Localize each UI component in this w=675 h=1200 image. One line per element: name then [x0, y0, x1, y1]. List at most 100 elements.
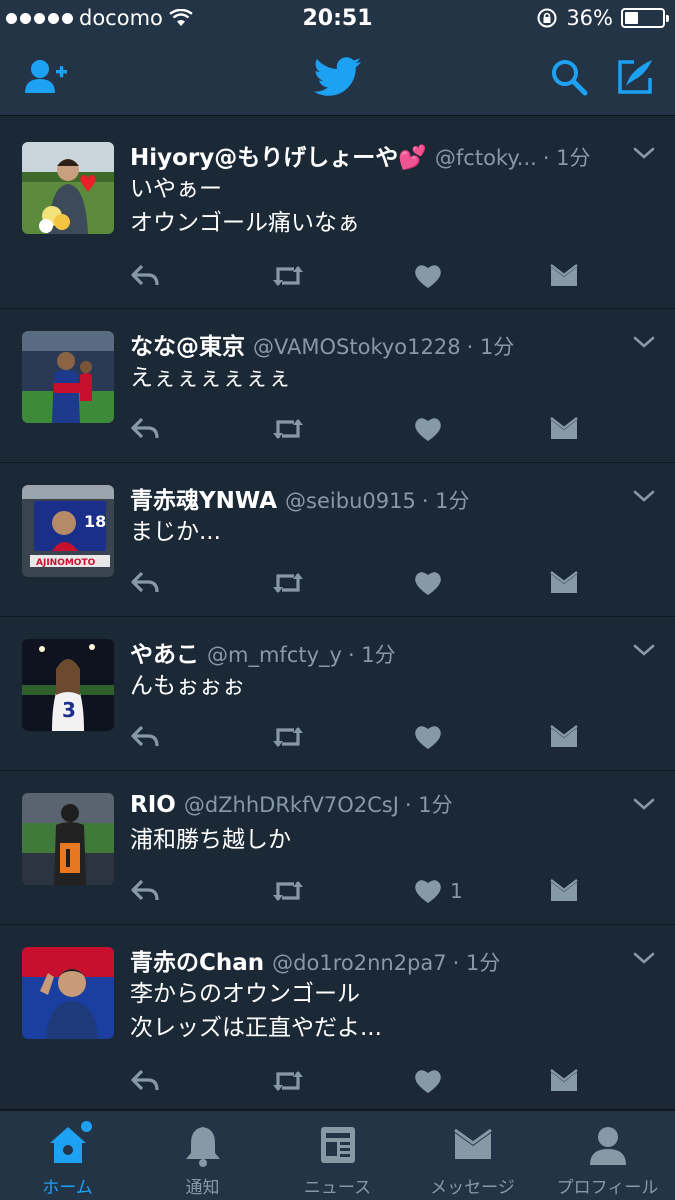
tab-notifications[interactable]: 通知: [135, 1111, 270, 1200]
tab-label: ニュース: [303, 1178, 372, 1198]
avatar[interactable]: [22, 947, 114, 1039]
tab-news[interactable]: ニュース: [270, 1111, 405, 1200]
retweet-button[interactable]: [270, 1065, 306, 1097]
tweet-time: · 1分: [452, 951, 501, 975]
search-button[interactable]: [546, 54, 592, 100]
top-nav-bar: [0, 38, 675, 116]
display-name[interactable]: やあこ: [130, 635, 199, 669]
chevron-down-icon[interactable]: [633, 146, 655, 160]
reply-button[interactable]: [130, 413, 160, 445]
reply-button[interactable]: [130, 567, 160, 599]
avatar[interactable]: 18 AJINOMOTO: [22, 485, 114, 577]
like-button[interactable]: 1: [414, 875, 463, 907]
avatar[interactable]: [22, 331, 114, 423]
display-name[interactable]: 青赤魂YNWA: [130, 481, 277, 515]
avatar[interactable]: [22, 793, 114, 885]
direct-message-button[interactable]: [550, 875, 578, 907]
status-bar: docomo 20:51 36%: [0, 0, 675, 38]
chevron-down-icon[interactable]: [633, 951, 655, 965]
tweet-item[interactable]: RIO @dZhhDRkfV7O2CsJ · 1分 浦和勝ち越しか 1: [0, 771, 675, 925]
chevron-down-icon[interactable]: [633, 643, 655, 657]
reply-icon: [131, 417, 159, 439]
tab-profile[interactable]: プロフィール: [540, 1111, 675, 1200]
like-button[interactable]: [414, 413, 450, 445]
user-handle[interactable]: @VAMOStokyo1228: [253, 335, 461, 359]
tweet-text: えぇぇぇぇぇぇ: [130, 365, 291, 391]
svg-text:18: 18: [84, 512, 106, 531]
battery-percent: 36%: [566, 6, 613, 30]
reply-button[interactable]: [130, 875, 160, 907]
like-button[interactable]: [414, 260, 450, 292]
display-name[interactable]: なな@東京: [130, 327, 245, 361]
direct-message-button[interactable]: [550, 1065, 578, 1097]
tab-messages[interactable]: メッセージ: [405, 1111, 540, 1200]
retweet-button[interactable]: [270, 413, 306, 445]
retweet-icon: [273, 1071, 303, 1091]
tweet-text: 浦和勝ち越しか: [130, 827, 291, 853]
heart-icon: [415, 880, 441, 903]
user-handle[interactable]: @seibu0915: [285, 489, 416, 513]
tab-label: 通知: [185, 1178, 220, 1198]
tweet-time: · 1分: [421, 489, 470, 513]
direct-message-button[interactable]: [550, 567, 578, 599]
rotation-lock-icon: [537, 8, 557, 28]
tweet-item[interactable]: 18 AJINOMOTO 青赤魂YNWA @seibu0915 · 1分 まじか…: [0, 463, 675, 617]
retweet-button[interactable]: [270, 260, 306, 292]
envelope-icon: [550, 417, 578, 439]
user-handle[interactable]: @do1ro2nn2pa7: [272, 951, 446, 975]
twitter-bird-icon: [314, 57, 362, 96]
heart-icon: [415, 1070, 441, 1093]
chevron-down-icon[interactable]: [633, 335, 655, 349]
reply-icon: [131, 1069, 159, 1091]
tweet-text: まじか...: [130, 519, 221, 545]
chevron-down-icon[interactable]: [633, 797, 655, 811]
envelope-icon: [550, 1069, 578, 1091]
home-timeline[interactable]: Hiyory@もりげしょーや💕 @fctoky... · 1分 いやぁー オウン…: [0, 116, 675, 1110]
envelope-icon: [550, 725, 578, 747]
svg-text:3: 3: [62, 698, 76, 722]
tweet-actions: [130, 567, 655, 599]
add-user-icon: [25, 60, 67, 93]
display-name[interactable]: 青赤のChan: [130, 943, 264, 977]
tweet-time: · 1分: [466, 335, 515, 359]
display-name[interactable]: RIO: [130, 792, 176, 818]
retweet-icon: [273, 266, 303, 286]
tab-home[interactable]: ホーム: [0, 1111, 135, 1200]
svg-text:AJINOMOTO: AJINOMOTO: [36, 558, 96, 568]
reply-button[interactable]: [130, 1065, 160, 1097]
direct-message-button[interactable]: [550, 721, 578, 753]
tweet-text: いやぁー オウンゴール痛いなぁ: [130, 176, 360, 236]
like-button[interactable]: [414, 567, 450, 599]
display-name[interactable]: Hiyory@もりげしょーや💕: [130, 138, 427, 172]
tweet-item[interactable]: Hiyory@もりげしょーや💕 @fctoky... · 1分 いやぁー オウン…: [0, 116, 675, 309]
compose-tweet-button[interactable]: [612, 54, 658, 100]
avatar[interactable]: 3: [22, 639, 114, 731]
retweet-button[interactable]: [270, 875, 306, 907]
chevron-down-icon[interactable]: [633, 489, 655, 503]
tweet-time: · 1分: [542, 146, 591, 170]
tweet-item[interactable]: なな@東京 @VAMOStokyo1228 · 1分 えぇぇぇぇぇぇ: [0, 309, 675, 463]
notification-dot: [80, 1121, 92, 1132]
user-handle[interactable]: @fctoky...: [435, 146, 537, 170]
reply-button[interactable]: [130, 721, 160, 753]
like-button[interactable]: [414, 721, 450, 753]
direct-message-button[interactable]: [550, 413, 578, 445]
tweet-actions: [130, 413, 655, 445]
heart-icon: [415, 572, 441, 595]
tweet-time: · 1分: [347, 643, 396, 667]
heart-icon: [415, 265, 441, 288]
user-handle[interactable]: @m_mfcty_y: [207, 643, 342, 667]
retweet-icon: [273, 419, 303, 439]
avatar[interactable]: [22, 142, 114, 234]
tweet-actions: [130, 1065, 655, 1097]
tweet-item[interactable]: 青赤のChan @do1ro2nn2pa7 · 1分 李からのオウンゴール 次レ…: [0, 925, 675, 1110]
add-user-button[interactable]: [22, 54, 68, 100]
retweet-button[interactable]: [270, 721, 306, 753]
reply-button[interactable]: [130, 260, 160, 292]
direct-message-button[interactable]: [550, 260, 578, 292]
retweet-button[interactable]: [270, 567, 306, 599]
envelope-icon: [550, 264, 578, 286]
like-button[interactable]: [414, 1065, 450, 1097]
tweet-item[interactable]: 3 やあこ @m_mfcty_y · 1分 んもぉぉぉ: [0, 617, 675, 771]
user-handle[interactable]: @dZhhDRkfV7O2CsJ: [184, 793, 399, 817]
